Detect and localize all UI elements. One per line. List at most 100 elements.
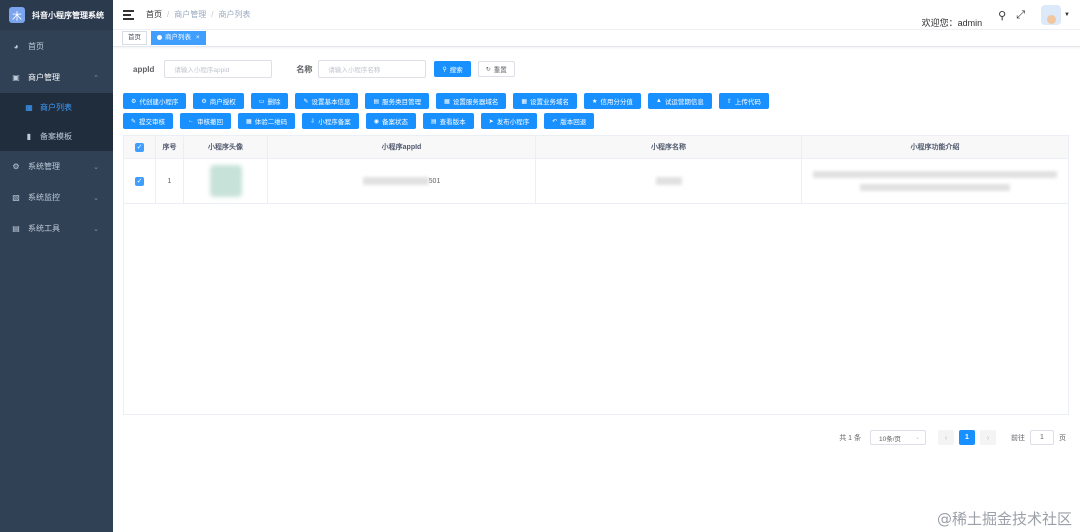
button-label: 商户授权: [209, 99, 236, 106]
sidebar-item-label: 系统管理: [28, 162, 60, 171]
table-row[interactable]: ✓ 1 501: [124, 159, 1068, 204]
view-version-button[interactable]: ▤ 查看版本: [422, 113, 474, 129]
page-size-value: 10条/页: [879, 435, 902, 443]
merchant-auth-button[interactable]: ⚙ 商户授权: [193, 93, 244, 109]
toolbar-row-1: ⚙ 代创建小程序 ⚙ 商户授权 ▭ 删除 ✎ 设置基本信息 ▤ 服务类目管理 ▦ 设置服务器…: [123, 93, 776, 109]
send-icon: ➤: [488, 118, 494, 125]
app-logo[interactable]: 木 抖音小程序管理系统: [0, 0, 113, 30]
gear-icon: ⚙: [12, 162, 20, 171]
sidebar-item-label: 系统监控: [28, 193, 60, 202]
set-basic-info-button[interactable]: ✎ 设置基本信息: [295, 93, 359, 109]
rollback-icon: ↶: [552, 118, 558, 125]
column-header-appid: 小程序appId: [268, 136, 536, 158]
sidebar-item-merchant-management[interactable]: ▣ 商户管理 ⌃: [0, 62, 113, 93]
gear-icon: ⚙: [201, 98, 207, 105]
sidebar-item-merchant-list[interactable]: ▦ 商户列表: [0, 93, 113, 122]
toolbar-row-2: ✎ 提交审核 ← 审核撤回 ▦ 体验二维码 ⇩ 小程序备案 ◉ 备案状态 ▤ 查看版本 ➤ 发…: [123, 113, 601, 129]
template-icon: ▮: [26, 132, 32, 141]
row-name: [536, 159, 802, 203]
star-icon: ★: [592, 98, 598, 105]
delete-button[interactable]: ▭ 删除: [250, 93, 289, 109]
page-size-select[interactable]: 10条/页 ⌄: [870, 430, 926, 445]
name-input[interactable]: 请输入小程序名称: [318, 60, 427, 78]
button-label: 信用分分值: [600, 99, 633, 106]
merchant-table: ✓ 序号 小程序头像 小程序appId 小程序名称 小程序功能介绍 ✓ 1 50…: [123, 135, 1069, 415]
trial-info-button[interactable]: ▲ 试运营期信息: [647, 93, 712, 109]
sidebar-item-system-tools[interactable]: ▤ 系统工具 ⌄: [0, 213, 113, 244]
page-number-current[interactable]: 1: [959, 430, 975, 445]
sidebar-item-label: 商户管理: [28, 73, 60, 82]
business-domain-button[interactable]: ▦ 设置业务域名: [513, 93, 577, 109]
row-checkbox[interactable]: ✓: [124, 159, 156, 203]
sidebar-item-label: 首页: [28, 42, 44, 51]
breadcrumb-home[interactable]: 首页: [146, 9, 162, 20]
submit-audit-button[interactable]: ✎ 提交审核: [123, 113, 174, 129]
category-management-button[interactable]: ▤ 服务类目管理: [365, 93, 430, 109]
welcome-text: 欢迎您：admin: [921, 17, 983, 28]
info-icon: ◉: [373, 118, 379, 125]
button-label: 查看版本: [439, 119, 466, 126]
tag-home[interactable]: 首页: [122, 31, 147, 45]
tag-merchant-list[interactable]: 商户列表 ×: [151, 31, 206, 45]
grid-icon: ▦: [521, 98, 527, 105]
tag-label: 商户列表: [165, 34, 191, 41]
app-title: 抖音小程序管理系统: [32, 10, 104, 20]
publish-button[interactable]: ➤ 发布小程序: [480, 113, 538, 129]
prev-page-button[interactable]: ‹: [938, 430, 954, 445]
reset-button[interactable]: ↻ 重置: [477, 61, 515, 77]
withdraw-audit-button[interactable]: ← 审核撤回: [180, 113, 232, 129]
next-page-button[interactable]: ›: [980, 430, 996, 445]
sidebar-item-system-management[interactable]: ⚙ 系统管理 ⌄: [0, 151, 113, 182]
avatar-head: [1046, 15, 1056, 24]
row-index: 1: [156, 159, 184, 203]
blurred-text: [362, 177, 429, 185]
search-icon[interactable]: ⚲: [998, 9, 1006, 22]
breadcrumb-separator: /: [211, 10, 214, 19]
hamburger-icon[interactable]: [123, 10, 134, 20]
sidebar-item-home[interactable]: ◕ 首页: [0, 31, 113, 62]
upload-code-button[interactable]: ⇧ 上传代码: [718, 93, 769, 109]
button-label: 设置业务域名: [530, 99, 569, 106]
sidebar-item-system-monitor[interactable]: ▧ 系统监控 ⌄: [0, 182, 113, 213]
table-header: ✓ 序号 小程序头像 小程序appId 小程序名称 小程序功能介绍: [124, 136, 1068, 159]
filing-button[interactable]: ⇩ 小程序备案: [302, 113, 359, 129]
chevron-up-icon: ⌃: [93, 74, 99, 82]
edit-icon: ✎: [303, 98, 309, 105]
qrcode-button[interactable]: ▦ 体验二维码: [238, 113, 296, 129]
search-icon: ⚲: [442, 66, 447, 73]
appid-suffix: 501: [428, 177, 441, 185]
sidebar-item-label: 系统工具: [28, 224, 60, 233]
button-label: 服务类目管理: [382, 99, 422, 106]
caret-down-icon[interactable]: ▼: [1064, 12, 1070, 18]
avatar[interactable]: [1041, 5, 1062, 25]
appid-input[interactable]: 请输入小程序appid: [164, 60, 273, 78]
column-header-intro: 小程序功能介绍: [910, 144, 960, 151]
sidebar-item-filing-template[interactable]: ▮ 备案模板: [0, 122, 113, 151]
close-icon[interactable]: ×: [196, 34, 200, 41]
dashboard-icon: ◕: [13, 42, 19, 51]
shop-icon: ▣: [12, 73, 20, 82]
fullscreen-icon[interactable]: ⤢: [1016, 9, 1025, 22]
button-label: 版本回退: [560, 119, 587, 126]
logo-icon: 木: [9, 7, 25, 23]
goto-page-input[interactable]: 1: [1030, 430, 1054, 445]
row-intro: [802, 159, 1068, 203]
chevron-down-icon: ⌄: [914, 435, 920, 441]
blurred-text: [813, 171, 1057, 178]
search-button[interactable]: ⚲ 搜索: [434, 61, 471, 77]
button-label: 设置服务器域名: [452, 99, 499, 106]
search-button-label: 搜索: [449, 67, 463, 74]
chevron-down-icon: ⌄: [93, 163, 99, 171]
create-miniprogram-button[interactable]: ⚙ 代创建小程序: [123, 93, 187, 109]
button-label: 发布小程序: [496, 119, 530, 126]
button-label: 代创建小程序: [139, 99, 179, 106]
credit-score-button[interactable]: ★ 信用分分值: [584, 93, 641, 109]
rollback-button[interactable]: ↶ 版本回退: [544, 113, 595, 129]
pagination: 共 1 条 10条/页 ⌄ ‹ 1 › 前往 1 页: [839, 430, 1066, 445]
filing-status-button[interactable]: ◉ 备案状态: [365, 113, 416, 129]
sidebar-item-label: 商户列表: [40, 103, 72, 112]
server-domain-button[interactable]: ▦ 设置服务器域名: [436, 93, 507, 109]
goto-label: 前往: [1011, 434, 1025, 442]
select-all-checkbox[interactable]: ✓: [124, 136, 156, 158]
breadcrumb-merchant-management: 商户管理: [174, 10, 207, 19]
